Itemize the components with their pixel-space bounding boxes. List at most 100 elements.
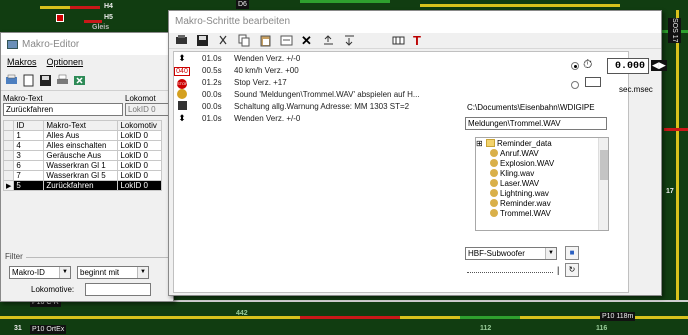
move-up-icon[interactable] [322,34,335,47]
chevron-down-icon[interactable]: ▼ [137,267,148,278]
cell-lok[interactable]: LokID 0 [117,170,163,181]
volume-slider[interactable] [467,269,553,273]
filter-mode-select[interactable]: beginnt mit ▼ [77,266,149,279]
filter-lok-label: Lokomotive: [31,285,75,294]
cell-lok[interactable]: LokID 0 [117,130,163,141]
chevron-down-icon[interactable]: ▼ [59,267,70,278]
grid-view-icon[interactable] [392,34,405,47]
paste-icon[interactable] [259,34,272,47]
tree-file-row[interactable]: Kling.wav [476,168,608,178]
table-row[interactable]: 3 Geräusche Aus LokID 0 [2,150,163,161]
cell-text[interactable]: Wasserkran Gl 1 [43,160,119,171]
menu-makros[interactable]: Makros [7,57,37,69]
column-header-lokomotive[interactable]: Lokomotiv [117,120,163,131]
run-icon[interactable] [175,34,188,47]
menu-optionen[interactable]: Optionen [47,57,84,69]
cell-id[interactable]: 1 [13,130,45,141]
step-properties-panel: ⏱ 0.000 ◀▶ sec.msec C:\Documents\Eisenba… [461,51,667,293]
copy-icon[interactable] [238,34,251,47]
editor-toolbar [1,71,173,91]
signal-icon[interactable] [56,14,64,22]
print-icon[interactable] [56,74,69,87]
table-row[interactable]: 6 Wasserkran Gl 1 LokID 0 [2,160,163,171]
duplicate-icon[interactable] [280,34,293,47]
save-icon[interactable] [196,34,209,47]
up-down-arrow-icon: ⬍ [178,113,186,123]
cell-id[interactable]: 7 [13,170,45,181]
filter-field-select[interactable]: Makro-ID ▼ [9,266,71,279]
print-preview-icon[interactable] [5,74,18,87]
sound-file-icon [490,149,498,157]
cell-id[interactable]: 5 [13,180,45,191]
sound-file-input[interactable]: Meldungen\Trommel.WAV [465,117,607,130]
step-description: Wenden Verz. +/-0 [234,54,301,63]
cell-lok[interactable]: LokID 0 [117,180,163,191]
cell-id[interactable]: 3 [13,150,45,161]
delay-radio-timer[interactable] [571,62,579,70]
delay-radio-manual[interactable] [571,81,579,89]
tree-file-row[interactable]: Explosion.WAV [476,158,608,168]
makro-editor-window[interactable]: Makro-Editor Makros Optionen Makro-Text … [0,32,174,302]
cell-text[interactable]: Zurückfahren [43,180,119,191]
cell-id[interactable]: 4 [13,140,45,151]
output-device-select[interactable]: HBF-Subwoofer ▼ [465,247,557,260]
cell-lok[interactable]: LokID 0 [117,140,163,151]
tree-file-row[interactable]: Reminder.wav [476,198,608,208]
delete-icon[interactable]: ✕ [301,34,314,47]
tree-scrollbar[interactable] [598,138,608,230]
tree-file-row[interactable]: Anruf.WAV [476,148,608,158]
new-document-icon[interactable] [22,74,35,87]
editor-titlebar[interactable]: Makro-Editor [1,33,173,55]
table-row[interactable]: 4 Alles einschalten LokID 0 [2,140,163,151]
tree-file-row[interactable]: Laser.WAV [476,178,608,188]
chevron-down-icon[interactable]: ▼ [545,248,556,259]
cell-lok[interactable]: LokID 0 [117,160,163,171]
export-icon[interactable] [73,74,86,87]
track-segment [460,316,520,319]
steps-titlebar[interactable]: Makro-Schritte bearbeiten [169,11,661,33]
lokid-input[interactable]: LokID 0 [125,103,169,116]
stopwatch-icon: ⏱ [583,57,593,71]
slider-thumb[interactable]: | [557,265,559,275]
tree-item-label: Lightning.wav [500,188,549,198]
column-header-makro-text[interactable]: Makro-Text [43,120,119,131]
cell-id[interactable]: 6 [13,160,45,171]
app-icon [7,39,18,49]
cell-text[interactable]: Wasserkran Gl 5 [43,170,119,181]
tree-file-row[interactable]: Trommel.WAV [476,208,608,218]
sound-file-tree[interactable]: ⊞ Reminder_data Anruf.WAV Explosion.WAV K… [475,137,609,231]
makro-text-label: Makro-Text [3,94,43,103]
tree-file-row[interactable]: Lightning.wav [476,188,608,198]
refresh-icon[interactable]: ↻ [565,263,579,277]
table-row[interactable]: 7 Wasserkran Gl 5 LokID 0 [2,170,163,181]
move-down-icon[interactable] [343,34,356,47]
column-header-id[interactable]: ID [13,120,45,131]
delay-spin-arrows-icon[interactable]: ◀▶ [651,60,667,71]
cell-text[interactable]: Alles Aus [43,130,119,141]
delay-value-field[interactable]: 0.000 [607,58,649,74]
step-description: 40 km/h Verz. +00 [234,66,299,75]
sound-file-icon [490,169,498,177]
track-label: H5 [104,14,113,21]
table-row-selected[interactable]: ▶ 5 Zurückfahren LokID 0 [2,180,163,191]
editor-title: Makro-Editor [22,38,80,50]
expand-icon[interactable]: ⊞ [476,139,486,148]
makro-text-input[interactable]: Zurückfahren [3,103,123,116]
sound-icon [174,88,190,101]
cell-text[interactable]: Geräusche Aus [43,150,119,161]
filter-field-value: Makro-ID [12,268,45,277]
save-icon[interactable] [39,74,52,87]
text-tool-icon[interactable]: T [413,34,426,47]
scroll-thumb[interactable] [600,150,608,180]
tree-item-label: Kling.wav [500,168,535,178]
cut-icon[interactable] [217,34,230,47]
tree-folder-row[interactable]: ⊞ Reminder_data [476,138,608,148]
table-row[interactable]: 1 Alles Aus LokID 0 [2,130,163,141]
step-time: 00.0s [202,90,222,99]
cell-text[interactable]: Alles einschalten [43,140,119,151]
filter-lok-input[interactable] [85,283,151,296]
filter-label: Filter [5,252,26,261]
device-settings-icon[interactable]: ■ [565,246,579,260]
makro-steps-window[interactable]: Makro-Schritte bearbeiten ✕ T ⬍ 01.0s We… [168,10,667,296]
cell-lok[interactable]: LokID 0 [117,150,163,161]
